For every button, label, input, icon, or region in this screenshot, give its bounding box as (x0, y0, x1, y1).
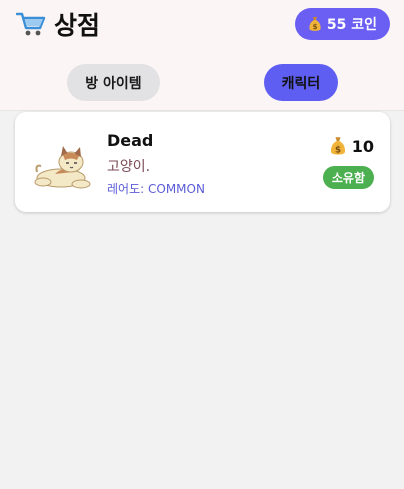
item-description: 고양이. (107, 159, 151, 175)
shop-item-card[interactable]: Dead 고양이. 레어도: COMMON $ 10 소유함 (15, 112, 390, 212)
page-title: 상점 (16, 6, 100, 42)
shop-header: 상점 $ 55 코인 방 아이템 캐릭터 (0, 0, 404, 111)
title-text: 상점 (54, 11, 101, 40)
rarity-label: 레어도: (107, 182, 145, 196)
item-name: Dead (107, 131, 154, 150)
svg-text:$: $ (312, 23, 317, 31)
owned-badge: 소유함 (322, 166, 374, 189)
tab-room-items[interactable]: 방 아이템 (67, 64, 160, 101)
price-value: 10 (351, 136, 374, 156)
coin-balance-badge: $ 55 코인 (294, 8, 390, 40)
money-bag-icon: $ (330, 137, 345, 155)
shopping-cart-icon (16, 12, 46, 36)
tab-characters[interactable]: 캐릭터 (264, 64, 338, 101)
item-rarity: 레어도: COMMON (107, 180, 205, 197)
rarity-value: COMMON (148, 182, 205, 196)
money-bag-icon: $ (309, 17, 321, 31)
coin-balance-label: 55 코인 (326, 17, 377, 33)
item-price: $ 10 (329, 136, 374, 156)
svg-text:$: $ (335, 145, 341, 155)
cat-lying-icon (34, 146, 91, 189)
